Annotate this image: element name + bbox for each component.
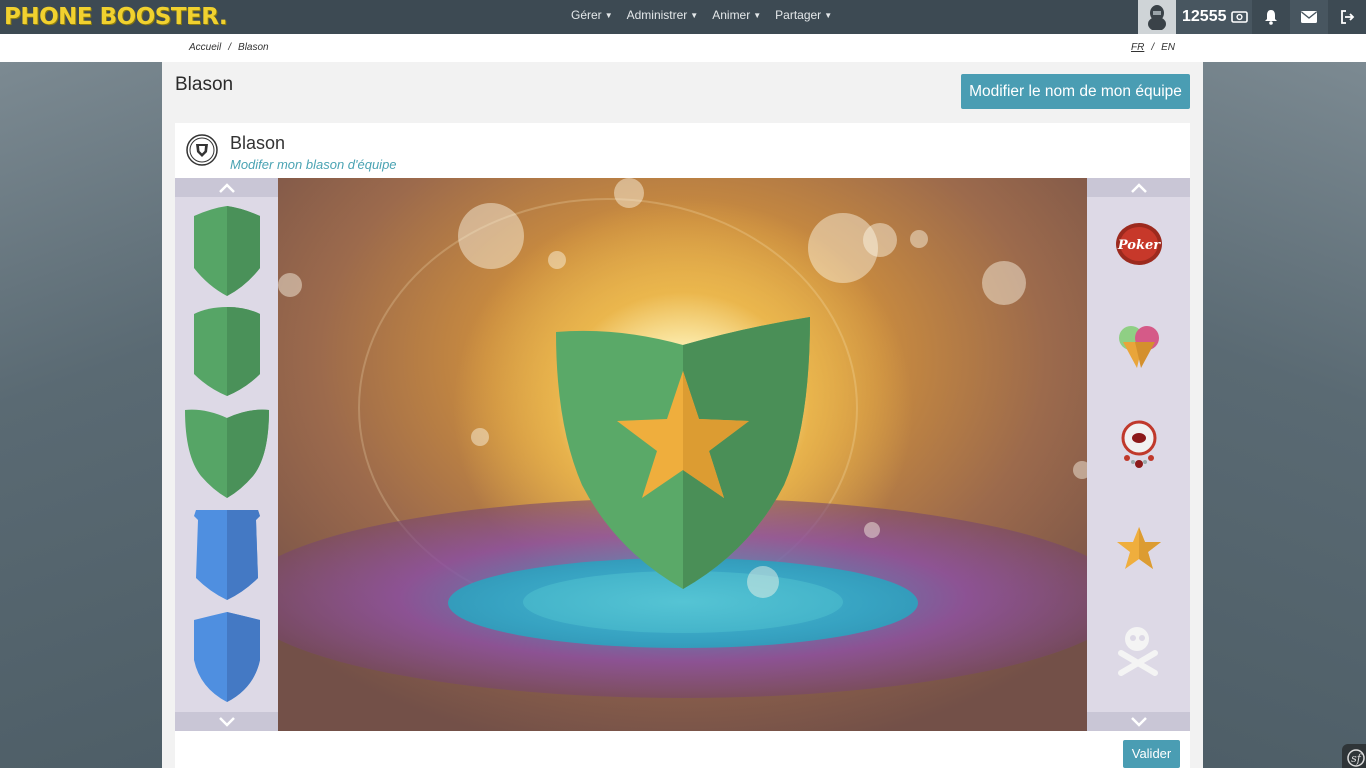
messages-button[interactable] <box>1290 0 1328 34</box>
breadcrumb: Accueil / Blason <box>189 42 269 53</box>
poker-logo-text: Poker <box>1116 238 1160 253</box>
bokeh-light <box>458 203 524 269</box>
menu-gerer[interactable]: Gérer ▼ <box>571 0 613 34</box>
user-avatar-icon <box>1148 5 1166 30</box>
phone-booster-logo[interactable]: PHONE BOOSTER. <box>4 4 228 30</box>
emblem-option[interactable] <box>1087 397 1190 497</box>
caret-down-icon: ▼ <box>824 11 833 20</box>
menu-animer-label: Animer <box>712 8 751 22</box>
breadcrumb-separator: / <box>228 42 232 53</box>
chevron-up-icon <box>1130 182 1147 193</box>
poker-emblem-icon: Poker <box>1115 223 1162 265</box>
credits-display[interactable]: 12555 <box>1176 0 1252 34</box>
emblem-option[interactable] <box>1087 297 1190 397</box>
crest-badge-icon <box>186 134 218 166</box>
debug-toolbar-toggle[interactable]: sf <box>1342 744 1366 768</box>
logout-button[interactable] <box>1328 0 1366 34</box>
svg-text:sf: sf <box>1351 752 1363 765</box>
emblem-option[interactable]: Poker <box>1087 194 1190 294</box>
bell-icon <box>1265 10 1277 25</box>
main-content: Blason Modifier le nom de mon équipe Bla… <box>162 62 1203 768</box>
shield-option[interactable] <box>175 403 278 503</box>
card-title: Blason <box>230 133 286 153</box>
breadcrumb-current: Blason <box>238 42 269 53</box>
crest-preview <box>278 178 1087 731</box>
main-menu: Gérer ▼ Administrer ▼ Animer ▼ Partager ▼ <box>571 0 832 34</box>
bokeh-light <box>471 428 489 446</box>
blue-shield-2-icon <box>193 612 260 702</box>
background-right <box>1203 62 1366 768</box>
money-icon <box>1230 11 1248 23</box>
green-shield-2-icon <box>193 307 260 396</box>
shield-scroll-down-button[interactable] <box>175 712 278 731</box>
caret-down-icon: ▼ <box>604 11 613 20</box>
lang-en[interactable]: EN <box>1161 42 1175 53</box>
breadcrumb-bar: Accueil / Blason FR / EN <box>0 34 1366 62</box>
star-icon <box>1116 527 1161 569</box>
emblem-picker: Poker <box>1087 178 1190 731</box>
navbar-right: 12555 <box>1138 0 1366 34</box>
shield-option[interactable] <box>175 505 278 605</box>
crest-card: Blason Modifer mon blason d'équipe Poker… <box>175 123 1190 768</box>
menu-administrer[interactable]: Administrer ▼ <box>627 0 699 34</box>
emblem-options: Poker <box>1087 197 1190 713</box>
skull-crossbones-icon <box>1117 627 1158 676</box>
green-shield-1-icon <box>193 206 260 296</box>
menu-partager[interactable]: Partager ▼ <box>775 0 832 34</box>
emblem-scroll-down-button[interactable] <box>1087 712 1190 731</box>
menu-animer[interactable]: Animer ▼ <box>712 0 761 34</box>
bokeh-light <box>982 261 1026 305</box>
page-title: Blason <box>175 74 234 95</box>
bokeh-light <box>910 230 928 248</box>
menu-partager-label: Partager <box>775 8 822 22</box>
shield-picker <box>175 178 278 731</box>
symfony-icon: sf <box>1347 749 1365 767</box>
breadcrumb-home[interactable]: Accueil <box>189 42 221 53</box>
menu-administrer-label: Administrer <box>626 8 688 22</box>
lang-separator: / <box>1151 42 1155 53</box>
top-navbar: PHONE BOOSTER. Gérer ▼ Administrer ▼ Anime… <box>0 0 1366 34</box>
caret-down-icon: ▼ <box>753 11 762 20</box>
shield-scroll-up-button[interactable] <box>175 178 278 197</box>
robot-eye-icon <box>1121 420 1156 468</box>
chevron-up-icon <box>218 182 235 193</box>
lang-fr[interactable]: FR <box>1131 42 1144 53</box>
emblem-option[interactable] <box>1087 498 1190 598</box>
chevron-down-icon <box>1130 716 1147 727</box>
caret-down-icon: ▼ <box>690 11 699 20</box>
bokeh-light <box>864 522 880 538</box>
bokeh-light <box>863 223 897 257</box>
emblem-option[interactable] <box>1087 600 1190 700</box>
ice-cream-icon <box>1118 326 1159 368</box>
card-subtitle: Modifer mon blason d'équipe <box>230 157 397 172</box>
chevron-down-icon <box>218 716 235 727</box>
shield-option[interactable] <box>175 201 278 301</box>
blue-shield-1-icon <box>193 510 260 600</box>
selected-shield-with-star-icon <box>556 317 810 589</box>
menu-gerer-label: Gérer <box>571 8 602 22</box>
crest-editor: Poker <box>175 178 1190 731</box>
logout-icon <box>1340 10 1354 24</box>
user-avatar-button[interactable] <box>1138 0 1176 34</box>
envelope-icon <box>1301 11 1317 23</box>
green-shield-3-icon <box>184 409 269 498</box>
bokeh-light <box>614 178 644 208</box>
validate-button[interactable]: Valider <box>1123 740 1180 768</box>
background-left <box>0 62 162 768</box>
language-switcher: FR / EN <box>1131 42 1175 53</box>
shield-option[interactable] <box>175 301 278 401</box>
shield-option[interactable] <box>175 607 278 707</box>
notifications-button[interactable] <box>1252 0 1290 34</box>
bokeh-light <box>548 251 566 269</box>
rename-team-button[interactable]: Modifier le nom de mon équipe <box>961 74 1190 109</box>
bokeh-light <box>278 273 302 297</box>
credits-count: 12555 <box>1182 8 1227 25</box>
shield-options <box>175 197 278 713</box>
bokeh-light <box>1073 461 1087 479</box>
